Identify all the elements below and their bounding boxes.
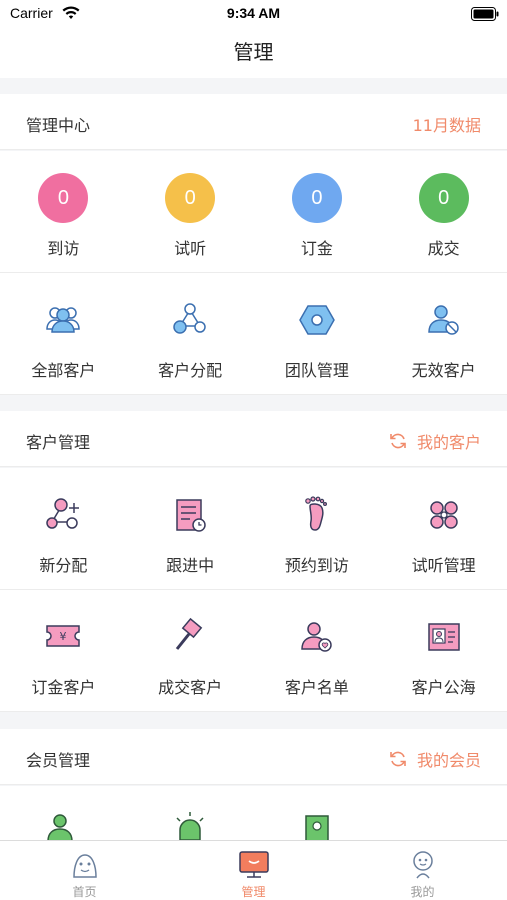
center-actions-row: 全部客户 客户分配 团队管理 无效客户 bbox=[0, 273, 507, 395]
tab-label: 首页 bbox=[72, 885, 97, 899]
customer-row-1: 新分配 跟进中 预约到访 试听管理 bbox=[0, 468, 507, 590]
user-blocked-icon bbox=[419, 295, 469, 345]
clock: 9:34 AM bbox=[226, 5, 281, 21]
invalid-customers-button[interactable]: 无效客户 bbox=[380, 273, 507, 394]
section-title: 会员管理 bbox=[26, 751, 91, 770]
stat-trial[interactable]: 0 试听 bbox=[127, 151, 254, 272]
stat-value: 0 bbox=[165, 173, 216, 223]
share-icon bbox=[165, 295, 215, 345]
status-bar: Carrier 9:34 AM bbox=[0, 0, 507, 28]
member-item-empty bbox=[380, 786, 507, 846]
group-icon bbox=[38, 295, 88, 345]
action-label: 订金客户 bbox=[31, 678, 96, 697]
stat-deal[interactable]: 0 成交 bbox=[380, 151, 507, 272]
profile-tab-icon bbox=[406, 847, 440, 881]
tab-manage[interactable]: 管理 bbox=[169, 841, 338, 900]
stat-label: 订金 bbox=[300, 239, 333, 258]
appointment-visit-button[interactable]: 预约到访 bbox=[254, 468, 381, 589]
tab-profile[interactable]: 我的 bbox=[338, 841, 507, 900]
action-label: 试听管理 bbox=[411, 556, 476, 575]
refresh-icon bbox=[390, 751, 406, 767]
tab-bar: 首页 管理 我的 bbox=[0, 840, 507, 900]
action-label: 全部客户 bbox=[31, 361, 96, 380]
tab-label: 管理 bbox=[241, 885, 266, 899]
new-assign-icon bbox=[38, 490, 88, 540]
assign-customers-button[interactable]: 客户分配 bbox=[127, 273, 254, 394]
yen-ticket-icon: ¥ bbox=[38, 612, 88, 662]
member-item-card[interactable] bbox=[254, 786, 381, 846]
footprint-icon bbox=[292, 490, 342, 540]
customer-management-header: 客户管理 我的客户 bbox=[0, 411, 507, 467]
action-label: 客户名单 bbox=[284, 678, 349, 697]
action-label: 新分配 bbox=[39, 556, 88, 575]
customer-row-2: ¥ 订金客户 成交客户 客户名单 客户公海 bbox=[0, 590, 507, 712]
member-row-1 bbox=[0, 786, 507, 846]
member-item-alarm[interactable] bbox=[127, 786, 254, 846]
customer-list-button[interactable]: 客户名单 bbox=[254, 590, 381, 711]
tab-label: 我的 bbox=[410, 885, 435, 899]
gavel-icon bbox=[165, 612, 215, 662]
trial-management-button[interactable]: 试听管理 bbox=[380, 468, 507, 589]
svg-text:¥: ¥ bbox=[60, 630, 67, 643]
hexagon-icon bbox=[292, 295, 342, 345]
tab-home[interactable]: 首页 bbox=[0, 841, 169, 900]
team-management-button[interactable]: 团队管理 bbox=[254, 273, 381, 394]
page-title: 管理 bbox=[233, 40, 274, 64]
stats-row: 0 到访 0 试听 0 订金 0 成交 bbox=[0, 151, 507, 273]
stat-value: 0 bbox=[38, 173, 89, 223]
month-data-label: 11月数据 bbox=[412, 116, 481, 135]
stat-visit[interactable]: 0 到访 bbox=[0, 151, 127, 272]
my-members-link[interactable]: 我的会员 bbox=[389, 747, 481, 771]
action-label: 预约到访 bbox=[284, 556, 349, 575]
all-customers-button[interactable]: 全部客户 bbox=[0, 273, 127, 394]
action-label: 无效客户 bbox=[411, 361, 476, 380]
stat-label: 成交 bbox=[427, 239, 460, 258]
following-button[interactable]: 跟进中 bbox=[127, 468, 254, 589]
my-customers-label: 我的客户 bbox=[416, 433, 481, 452]
action-label: 客户分配 bbox=[158, 361, 223, 380]
user-heart-icon bbox=[292, 612, 342, 662]
customer-pool-button[interactable]: 客户公海 bbox=[380, 590, 507, 711]
stat-label: 到访 bbox=[47, 239, 80, 258]
member-item-phone[interactable] bbox=[0, 786, 127, 846]
action-label: 跟进中 bbox=[166, 556, 215, 575]
stat-deposit[interactable]: 0 订金 bbox=[254, 151, 381, 272]
navigation-bar: 管理 bbox=[0, 28, 507, 78]
my-members-label: 我的会员 bbox=[416, 751, 481, 770]
new-assign-button[interactable]: 新分配 bbox=[0, 468, 127, 589]
home-tab-icon bbox=[68, 847, 102, 881]
section-title: 客户管理 bbox=[26, 433, 91, 452]
stat-label: 试听 bbox=[174, 239, 207, 258]
action-label: 成交客户 bbox=[158, 678, 223, 697]
refresh-icon bbox=[390, 433, 406, 449]
deal-customers-button[interactable]: 成交客户 bbox=[127, 590, 254, 711]
section-title: 管理中心 bbox=[26, 116, 91, 135]
member-management-header: 会员管理 我的会员 bbox=[0, 729, 507, 785]
management-center-header: 管理中心 11月数据 bbox=[0, 94, 507, 150]
contact-card-icon bbox=[419, 612, 469, 662]
document-clock-icon bbox=[165, 490, 215, 540]
stat-value: 0 bbox=[291, 173, 342, 223]
clover-icon bbox=[419, 490, 469, 540]
stat-value: 0 bbox=[418, 173, 469, 223]
deposit-customers-button[interactable]: ¥ 订金客户 bbox=[0, 590, 127, 711]
action-label: 团队管理 bbox=[284, 361, 349, 380]
my-customers-link[interactable]: 我的客户 bbox=[389, 429, 481, 453]
action-label: 客户公海 bbox=[411, 678, 476, 697]
month-data-link[interactable]: 11月数据 bbox=[413, 112, 481, 136]
manage-tab-icon bbox=[237, 847, 271, 881]
battery-icon bbox=[471, 6, 499, 25]
